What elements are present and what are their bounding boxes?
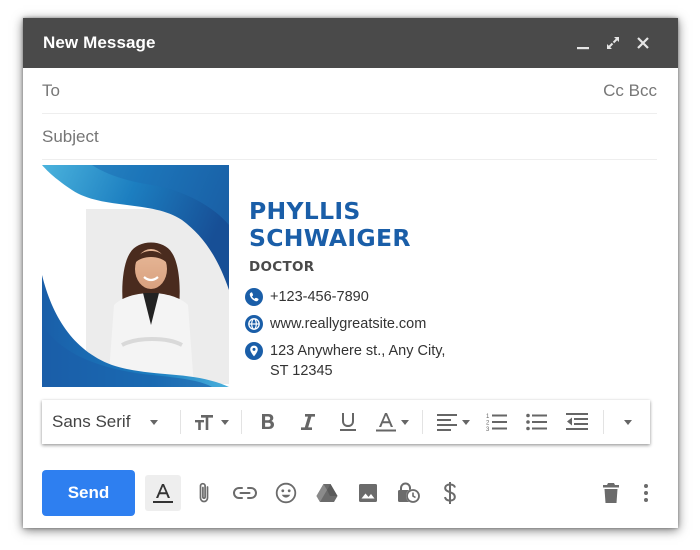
align-button[interactable] <box>429 406 477 438</box>
toolbar-divider <box>180 410 181 434</box>
text-color-button[interactable] <box>368 406 416 438</box>
send-button[interactable]: Send <box>42 470 135 516</box>
minimize-button[interactable] <box>568 31 598 55</box>
font-family-select[interactable]: Sans Serif <box>52 412 174 432</box>
svg-text:1: 1 <box>486 414 490 420</box>
numbered-list-icon: 123 <box>486 414 507 432</box>
signature-first-name: PHYLLIS <box>249 197 361 225</box>
signature-address-line2: ST 12345 <box>270 363 333 379</box>
indent-less-icon <box>566 413 588 430</box>
emoji-icon <box>275 482 297 504</box>
signature-name: PHYLLIS SCHWAIGER <box>249 198 445 252</box>
chevron-down-icon <box>461 419 470 425</box>
subject-row <box>42 114 657 160</box>
signature-website-text[interactable]: www.reallygreatsite.com <box>270 314 426 334</box>
signature-address: 123 Anywhere st., Any City, ST 12345 <box>245 341 445 381</box>
svg-text:3: 3 <box>486 427 490 432</box>
attach-button[interactable] <box>186 475 222 511</box>
insert-emoji-button[interactable] <box>268 475 304 511</box>
indent-less-button[interactable] <box>557 406 597 438</box>
underline-button[interactable] <box>328 406 368 438</box>
signature-photo <box>42 165 229 387</box>
bold-button[interactable] <box>248 406 288 438</box>
attach-icon <box>199 482 209 503</box>
chevron-down-icon <box>624 419 632 425</box>
insert-link-button[interactable] <box>227 475 263 511</box>
align-left-icon <box>436 414 457 431</box>
expand-button[interactable] <box>598 31 628 55</box>
signature-phone-text: +123-456-7890 <box>270 289 369 305</box>
bcc-link[interactable]: Bcc <box>629 81 657 100</box>
photo-icon <box>359 484 377 502</box>
bold-icon <box>262 414 274 429</box>
italic-icon <box>301 414 315 430</box>
insert-drive-button[interactable] <box>309 475 345 511</box>
close-button[interactable] <box>628 31 658 55</box>
drive-icon <box>316 484 338 502</box>
close-icon <box>637 37 649 49</box>
compose-actions: Send <box>42 470 658 516</box>
signature-last-name: SCHWAIGER <box>249 224 411 252</box>
text-color-icon <box>375 413 396 432</box>
signature-role: DOCTOR <box>249 259 315 275</box>
compose-titlebar: New Message <box>23 18 678 68</box>
link-icon <box>233 487 257 499</box>
send-money-button[interactable] <box>432 475 468 511</box>
signature-text: PHYLLIS SCHWAIGER DOCTOR +123-456-7890 w… <box>245 198 445 388</box>
toolbar-divider <box>603 410 604 434</box>
formatting-options-icon <box>153 484 173 503</box>
signature-contacts: +123-456-7890 www.reallygreatsite.com 12… <box>245 287 445 381</box>
formatting-options-button[interactable] <box>145 475 181 511</box>
cc-link[interactable]: Cc <box>603 81 624 100</box>
more-formatting-button[interactable] <box>610 406 646 438</box>
signature-phone: +123-456-7890 <box>245 287 445 307</box>
to-input[interactable] <box>59 68 604 113</box>
font-family-value: Sans Serif <box>52 412 131 431</box>
signature-address-line1: 123 Anywhere st., Any City, <box>270 343 446 359</box>
formatting-toolbar: Sans Serif 123 <box>42 400 650 444</box>
toolbar-divider <box>241 410 242 434</box>
cc-bcc-links: Cc Bcc <box>603 81 657 101</box>
italic-button[interactable] <box>288 406 328 438</box>
signature-website: www.reallygreatsite.com <box>245 314 445 334</box>
to-label: To <box>42 80 60 100</box>
toolbar-divider <box>422 410 423 434</box>
compose-window: New Message To Cc Bcc Subject PHYLLIS SC… <box>23 18 678 528</box>
window-title: New Message <box>43 33 156 52</box>
underline-icon <box>340 413 356 431</box>
font-size-icon <box>194 415 213 430</box>
confidential-mode-icon <box>398 482 420 503</box>
bulleted-list-icon <box>526 413 547 431</box>
subject-input[interactable] <box>42 114 657 159</box>
font-size-button[interactable] <box>187 406 235 438</box>
signature-address-text: 123 Anywhere st., Any City, ST 12345 <box>270 341 445 381</box>
insert-photo-button[interactable] <box>350 475 386 511</box>
chevron-down-icon <box>150 419 159 425</box>
chevron-down-icon <box>400 419 409 425</box>
globe-icon <box>245 315 263 333</box>
numbered-list-button[interactable]: 123 <box>477 406 517 438</box>
more-options-button[interactable] <box>634 475 658 511</box>
expand-icon <box>607 37 619 49</box>
discard-icon <box>603 483 619 503</box>
bulleted-list-button[interactable] <box>517 406 557 438</box>
confidential-mode-button[interactable] <box>391 475 427 511</box>
chevron-down-icon <box>220 419 229 425</box>
to-row: To Cc Bcc <box>42 68 657 114</box>
svg-text:2: 2 <box>486 421 490 427</box>
money-icon <box>444 482 456 504</box>
phone-icon <box>245 288 263 306</box>
email-signature: PHYLLIS SCHWAIGER DOCTOR +123-456-7890 w… <box>42 165 482 388</box>
discard-button[interactable] <box>593 475 629 511</box>
more-options-icon <box>644 484 648 502</box>
location-pin-icon <box>245 342 263 360</box>
minimize-icon <box>577 47 589 50</box>
